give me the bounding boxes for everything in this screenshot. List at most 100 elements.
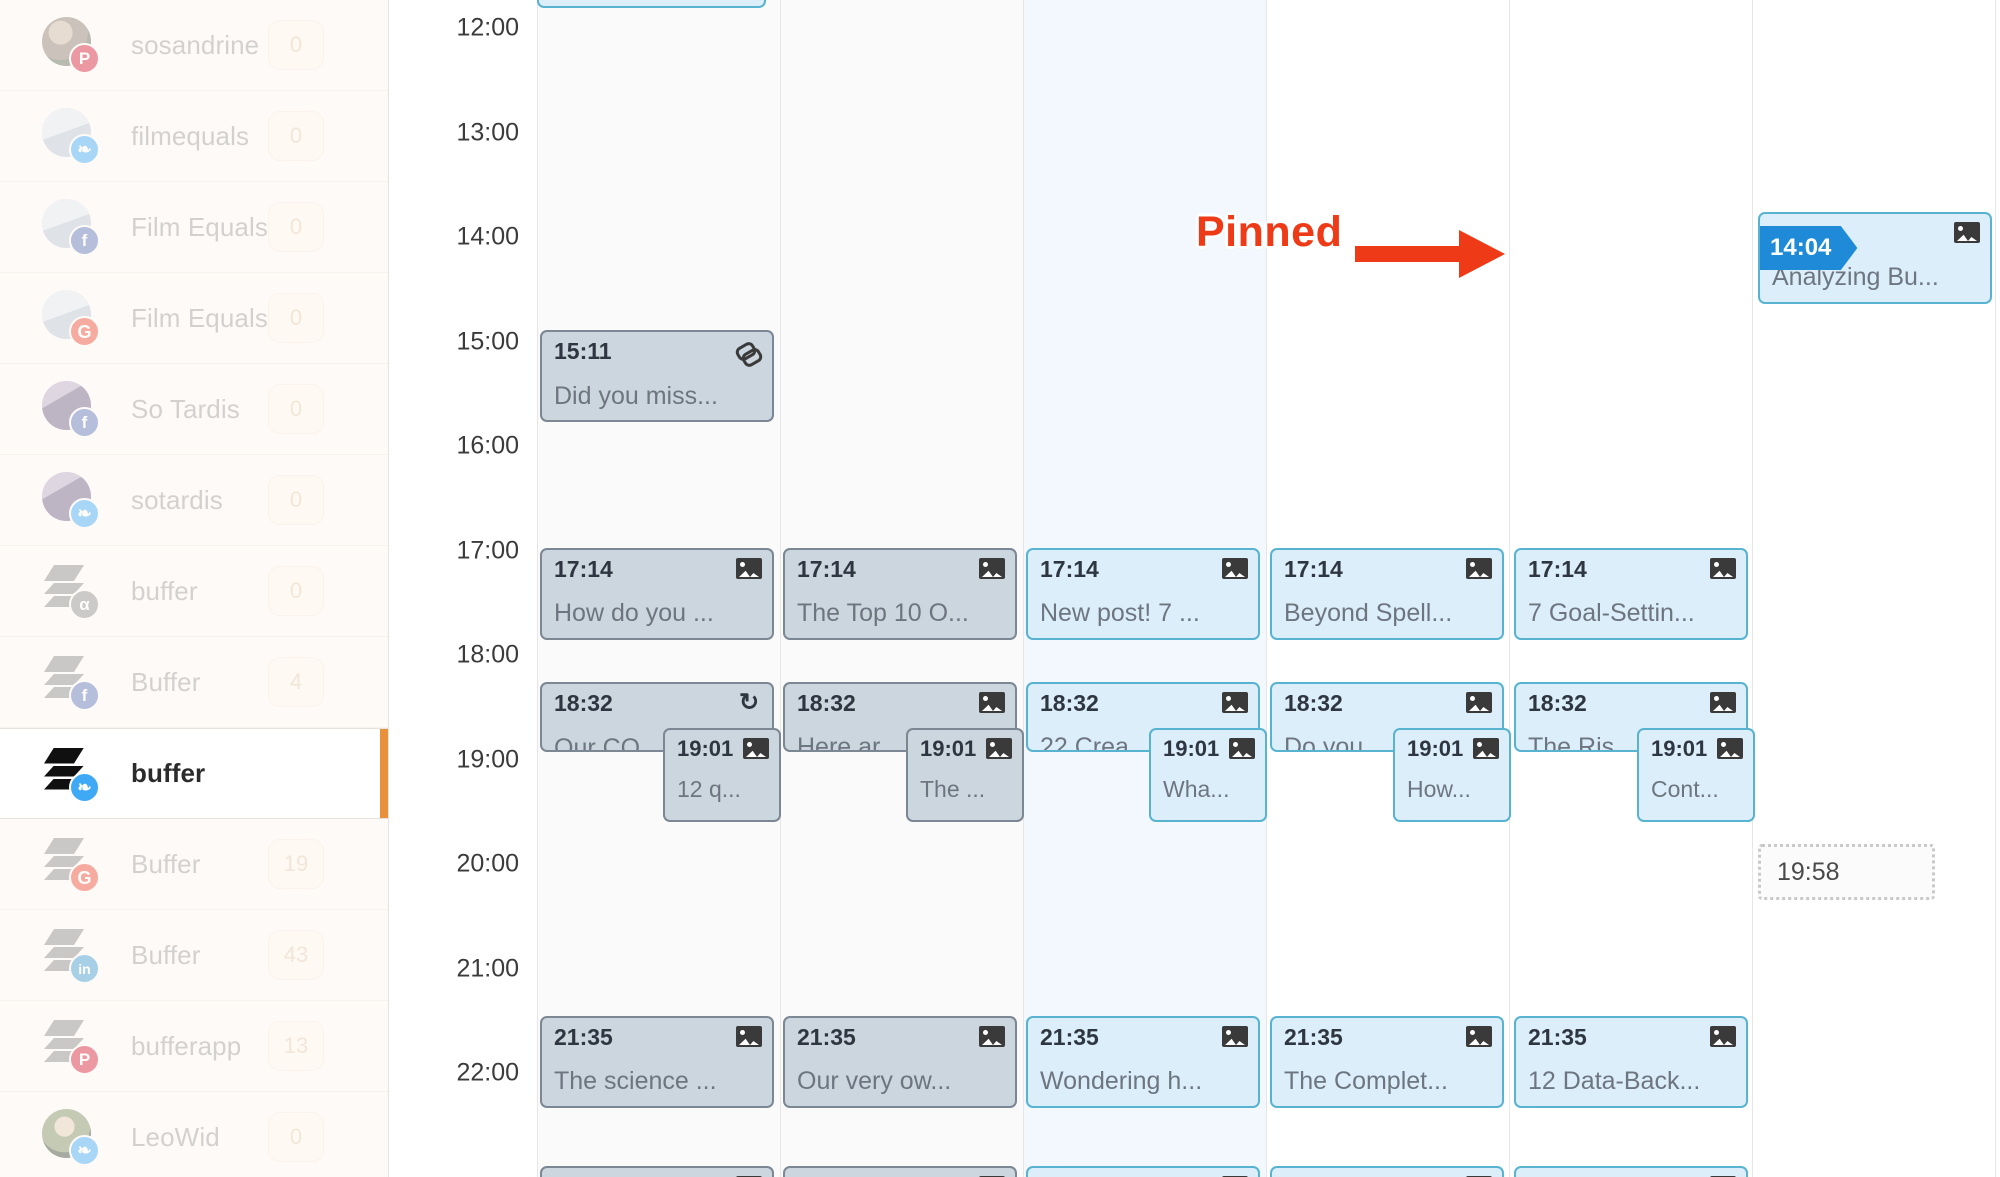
calendar-event-card[interactable]: 21:35 The science ... [540,1016,774,1108]
image-icon [979,1026,1005,1047]
sidebar-item-buffer-facebook[interactable]: f Buffer 4 [0,637,388,728]
event-card-header: 18:32 [1040,692,1248,715]
day-column[interactable] [1995,0,2000,1177]
sidebar-item-sotardis-twitter[interactable]: ❧ sotardis 0 [0,455,388,546]
calendar-event-card[interactable]: 17:14 New post! 7 ... [1026,548,1260,640]
calendar-grid[interactable]: 14:04Integranew...14:04Analyzing Bu...14… [537,0,2000,1177]
link-icon [736,340,762,364]
event-title: Wha... [1163,776,1230,802]
event-card-header: 19:01 [1651,738,1743,760]
calendar-event-card[interactable]: 23:02 [1270,1166,1504,1177]
queue-count-badge: 4 [268,657,324,707]
calendar-event-card[interactable]: 19:01 Cont... [1637,728,1755,822]
sidebar-item-sosandrine-pinterest[interactable]: Psosandrine 0 [0,0,388,91]
event-time: 17:14 [1528,556,1587,582]
hour-label: 17:00 [456,536,519,564]
event-title: Cont... [1651,776,1719,802]
queue-count-badge: 0 [268,202,324,252]
queue-count-badge: 13 [268,1021,324,1071]
calendar-event-card[interactable]: 21:35 Our very ow... [783,1016,1017,1108]
calendar-event-card[interactable]: 17:14 The Top 10 O... [783,548,1017,640]
event-time: 21:35 [1284,1024,1343,1050]
event-card-header: 17:14 [797,558,1005,581]
event-title: New post! 7 ... [1040,599,1200,627]
event-card-header: 18:32 [1528,692,1736,715]
image-icon [979,692,1005,713]
googleplus-badge-icon: G [69,316,100,347]
queue-count-badge: 0 [268,20,324,70]
calendar-event-card[interactable]: 23:02 [1026,1166,1260,1177]
sidebar-item-buffer-googleplus[interactable]: G Buffer 19 [0,819,388,910]
profile-name: sotardis [131,484,223,515]
twitter-badge-icon: ❧ [69,498,100,529]
calendar-event-card[interactable]: 15:11 Did you miss... [540,330,774,422]
calendar-event-card[interactable]: new... [537,0,766,8]
pinned-annotation-label: Pinned [1196,208,1343,256]
sidebar-item-bufferapp-pinterest[interactable]: Pbufferapp 13 [0,1001,388,1092]
calendar-event-card[interactable]: 23:02 [540,1166,774,1177]
sidebar-item-leowid-twitter[interactable]: ❧ LeoWid 0 [0,1092,388,1177]
sidebar-item-filmequals-twitter[interactable]: ❧ filmequals 0 [0,91,388,182]
calendar-event-card[interactable]: 21:35 Wondering h... [1026,1016,1260,1108]
event-title: How do you ... [554,599,714,627]
event-card-header: 18:32 [797,692,1005,715]
event-time: 19:01 [1651,736,1708,761]
event-time: 21:35 [554,1024,613,1050]
sidebar-item-film-equals-googleplus[interactable]: G Film Equals 0 [0,273,388,364]
day-column[interactable] [1752,0,1995,1177]
profile-name: bufferapp [131,1030,242,1061]
calendar-event-card[interactable]: 21:35 The Complet... [1270,1016,1504,1108]
sidebar-item-so-tardis-facebook[interactable]: f So Tardis 0 [0,364,388,455]
event-card-header: 18:32 ↻ [554,691,762,716]
image-icon [1710,1026,1736,1047]
avatar: ❧ [42,1109,100,1166]
calendar-event-card[interactable]: 19:01 The ... [906,728,1024,822]
image-icon [1466,558,1492,579]
calendar-event-card[interactable]: 17:14 How do you ... [540,548,774,640]
sidebar-item-buffer-appdotnet[interactable]: α buffer 0 [0,546,388,637]
avatar: ❧ [42,108,100,165]
event-time: 17:14 [1284,556,1343,582]
sidebar-item-buffer-linkedin[interactable]: in Buffer 43 [0,910,388,1001]
profile-name: So Tardis [131,393,240,424]
calendar-event-card[interactable]: 23:02 [783,1166,1017,1177]
event-card-header: 19:01 [1407,738,1499,760]
event-time: 19:01 [920,736,977,761]
event-card-header: 17:14 [1528,558,1736,581]
sidebar-item-buffer-twitter[interactable]: ❧ buffer [0,728,388,819]
calendar-event-card[interactable]: 19:01 Wha... [1149,728,1267,822]
empty-slot[interactable]: 19:58 [1758,844,1935,900]
image-icon [1222,1026,1248,1047]
pinned-ribbon[interactable]: 14:04 [1760,226,1858,270]
event-card-header: 18:32 [1284,692,1492,715]
calendar-panel[interactable]: 12:00 13:00 14:00 15:00 16:00 17:00 18:00 19:00… [389,0,2000,1177]
appdotnet-badge-icon: α [69,589,100,620]
profile-name: Buffer [131,666,201,697]
event-card-header: 21:35 [1284,1026,1492,1049]
hour-label: 19:00 [456,745,519,773]
hour-label: 15:00 [456,327,519,355]
event-time: 21:35 [797,1024,856,1050]
calendar-event-card[interactable]: 23:02 [1514,1166,1748,1177]
sidebar-item-film-equals-facebook[interactable]: f Film Equals 0 [0,182,388,273]
calendar-event-card[interactable]: 21:35 12 Data-Back... [1514,1016,1748,1108]
avatar: f [42,654,100,711]
right-arrow-icon [1355,228,1505,285]
calendar-event-card[interactable]: 19:01 12 q... [663,728,781,822]
hour-label: 21:00 [456,954,519,982]
avatar: ❧ [42,472,100,529]
queue-count-badge: 0 [268,384,324,434]
calendar-event-card[interactable]: 17:14 Beyond Spell... [1270,548,1504,640]
calendar-event-card[interactable]: 19:01 How... [1393,728,1511,822]
event-time: 19:01 [1163,736,1220,761]
calendar-event-card[interactable]: 14:04Analyzing Bu...14:04 [1758,212,1992,304]
facebook-badge-icon: f [69,225,100,256]
event-time: 17:14 [1040,556,1099,582]
profiles-sidebar[interactable]: Psosandrine 0 ❧ filmequals 0 f Film Equals 0 G Fi… [0,0,389,1177]
queue-count-badge: 0 [268,566,324,616]
hour-label: 14:00 [456,222,519,251]
profile-name: Buffer [131,848,201,879]
event-title: 12 q... [677,776,741,802]
event-card-header: 21:35 [554,1026,762,1049]
calendar-event-card[interactable]: 17:14 7 Goal-Settin... [1514,548,1748,640]
